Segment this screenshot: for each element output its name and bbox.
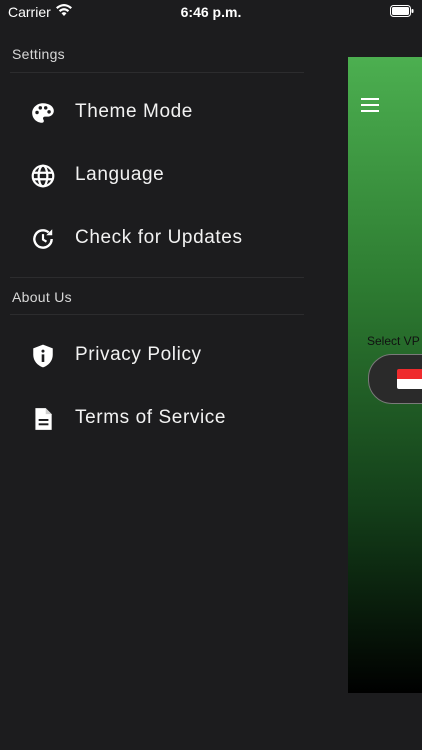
singapore-flag-icon [397, 369, 422, 389]
menu-icon[interactable] [361, 97, 381, 113]
language-label: Language [75, 164, 165, 185]
main-screen-peek: Select VP [348, 57, 422, 693]
theme-mode-label: Theme Mode [75, 101, 193, 122]
menu-item-language[interactable]: Language [0, 147, 340, 203]
palette-icon [32, 103, 54, 123]
navigation-drawer: Settings Theme Mode Language Check for U… [0, 24, 348, 750]
divider [10, 314, 304, 315]
divider [10, 72, 304, 73]
about-section-header: About Us [12, 289, 72, 305]
shield-info-icon [33, 344, 53, 368]
menu-item-terms-of-service[interactable]: Terms of Service [0, 390, 340, 446]
status-bar: Carrier 6:46 p.m. [0, 0, 422, 24]
battery-icon [390, 5, 414, 17]
divider [10, 277, 304, 278]
settings-section-header: Settings [12, 46, 65, 62]
menu-item-check-updates[interactable]: Check for Updates [0, 210, 340, 266]
document-icon [35, 408, 52, 430]
select-vpn-label: Select VP [367, 334, 420, 348]
menu-item-theme-mode[interactable]: Theme Mode [0, 84, 340, 140]
server-selector-button[interactable] [368, 354, 422, 404]
update-icon [33, 229, 53, 249]
terms-of-service-label: Terms of Service [75, 407, 227, 428]
menu-item-privacy-policy[interactable]: Privacy Policy [0, 327, 340, 383]
clock: 6:46 p.m. [180, 4, 242, 20]
globe-icon [31, 164, 55, 188]
check-updates-label: Check for Updates [75, 227, 243, 248]
privacy-policy-label: Privacy Policy [75, 344, 202, 365]
